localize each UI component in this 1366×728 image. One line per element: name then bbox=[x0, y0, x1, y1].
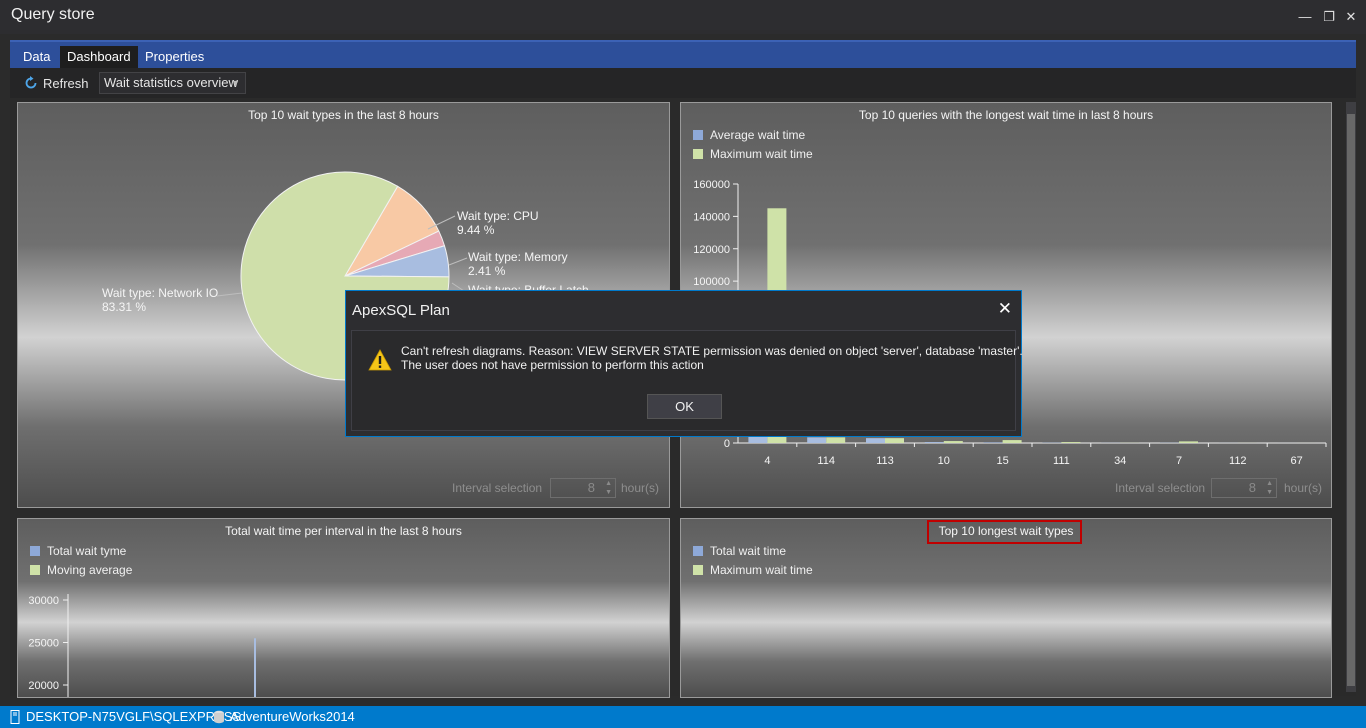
refresh-button[interactable]: Refresh bbox=[24, 74, 89, 92]
chevron-down-icon: ▼ bbox=[231, 78, 240, 88]
y-tick-label: 120000 bbox=[693, 244, 730, 256]
close-icon[interactable]: ✕ bbox=[1342, 8, 1360, 26]
bar-average bbox=[807, 437, 827, 443]
pie-value-cpu: 9.44 % bbox=[457, 223, 495, 237]
x-tick-label: 15 bbox=[996, 455, 1008, 467]
scrollbar-thumb[interactable] bbox=[1347, 114, 1355, 686]
minimize-icon[interactable]: — bbox=[1296, 8, 1314, 26]
x-tick-label: 113 bbox=[876, 455, 894, 467]
tab-strip: Data Dashboard Properties bbox=[10, 40, 1356, 68]
interval-unit: hour(s) bbox=[1284, 481, 1323, 495]
interval-spinner[interactable]: 8 ▲ ▼ bbox=[550, 478, 616, 498]
spinner-arrows-icon[interactable]: ▲ ▼ bbox=[605, 479, 612, 497]
x-tick-label: 7 bbox=[1176, 455, 1182, 467]
legend-label: Maximum wait time bbox=[710, 563, 813, 577]
dialog-message: Can't refresh diagrams. Reason: VIEW SER… bbox=[401, 344, 1023, 372]
dialog-body: Can't refresh diagrams. Reason: VIEW SER… bbox=[351, 330, 1023, 431]
dialog-title: ApexSQL Plan bbox=[352, 302, 450, 319]
server-icon bbox=[10, 709, 20, 724]
interval-unit: hour(s) bbox=[621, 481, 660, 495]
spinner-arrows-icon[interactable]: ▲ ▼ bbox=[1266, 479, 1273, 497]
database-icon bbox=[214, 710, 224, 723]
tab-properties[interactable]: Properties bbox=[138, 46, 211, 68]
error-dialog: ApexSQL Plan ✕ Can't refresh diagrams. R… bbox=[345, 290, 1023, 437]
status-bar: DESKTOP-N75VGLF\SQLEXPRESS AdventureWork… bbox=[0, 706, 1366, 728]
bar-average bbox=[866, 438, 885, 443]
view-select-value: Wait statistics overview bbox=[104, 75, 238, 90]
ok-button[interactable]: OK bbox=[647, 394, 722, 419]
interval-label: Interval selection bbox=[452, 481, 543, 495]
y-tick-label: 20000 bbox=[28, 680, 59, 692]
tab-dashboard[interactable]: Dashboard bbox=[60, 46, 138, 68]
database-name: AdventureWorks2014 bbox=[230, 709, 355, 724]
longest-wait-types-panel: Top 10 longest wait types Total wait tim… bbox=[680, 518, 1332, 698]
x-tick-label: 4 bbox=[764, 455, 770, 467]
dialog-message-line1: Can't refresh diagrams. Reason: VIEW SER… bbox=[401, 344, 1023, 358]
pie-label-cpu: Wait type: CPU bbox=[457, 209, 539, 223]
bar-maximum bbox=[1179, 441, 1198, 443]
y-tick-label: 160000 bbox=[693, 179, 730, 191]
wait-per-interval-panel: Total wait time per interval in the last… bbox=[17, 518, 670, 698]
x-tick-label: 34 bbox=[1114, 455, 1126, 467]
legend-swatch bbox=[693, 546, 703, 556]
maximize-icon[interactable]: ❐ bbox=[1320, 8, 1338, 26]
title-bar: Query store — ❐ ✕ bbox=[0, 0, 1366, 34]
x-tick-label: 114 bbox=[817, 455, 835, 467]
close-icon[interactable]: ✕ bbox=[998, 299, 1012, 319]
y-tick-label: 30000 bbox=[28, 595, 59, 607]
bar-average bbox=[983, 442, 1003, 443]
bar-maximum bbox=[943, 441, 963, 443]
database-status: AdventureWorks2014 bbox=[213, 709, 355, 724]
x-tick-label: 112 bbox=[1229, 455, 1247, 467]
y-tick-label: 140000 bbox=[693, 211, 730, 223]
pie-label-memory: Wait type: Memory bbox=[468, 250, 568, 264]
bar-maximum bbox=[826, 437, 846, 443]
legend-max-wait: Maximum wait time bbox=[693, 563, 813, 577]
view-select[interactable]: Wait statistics overview ▼ bbox=[99, 72, 246, 94]
y-tick-label: 25000 bbox=[28, 638, 59, 650]
dialog-message-line2: The user does not have permission to per… bbox=[401, 358, 704, 372]
toolbar: Refresh Wait statistics overview ▼ bbox=[10, 68, 1356, 98]
legend-total-wait: Total wait time bbox=[693, 544, 786, 558]
pie-value-memory: 2.41 % bbox=[468, 264, 506, 278]
x-tick-label: 111 bbox=[1053, 455, 1070, 467]
panel-title: Top 10 longest wait types bbox=[938, 524, 1074, 538]
vertical-scrollbar[interactable] bbox=[1346, 102, 1356, 692]
bar-maximum bbox=[1061, 442, 1081, 443]
bar-maximum bbox=[885, 438, 904, 443]
legend-label: Total wait time bbox=[710, 544, 787, 558]
server-status: DESKTOP-N75VGLF\SQLEXPRESS bbox=[10, 709, 241, 724]
interval-spinner[interactable]: 8 ▲ ▼ bbox=[1211, 478, 1277, 498]
refresh-label: Refresh bbox=[43, 75, 89, 91]
server-name: DESKTOP-N75VGLF\SQLEXPRESS bbox=[26, 709, 242, 724]
legend-swatch bbox=[693, 565, 703, 575]
pie-value-network-io: 83.31 % bbox=[102, 300, 146, 314]
refresh-icon bbox=[25, 76, 37, 89]
line-chart: 20000 25000 30000 bbox=[28, 594, 256, 697]
interval-value: 8 bbox=[1248, 480, 1256, 495]
x-tick-label: 67 bbox=[1290, 455, 1302, 467]
interval-value: 8 bbox=[587, 480, 595, 495]
interval-label: Interval selection bbox=[1115, 481, 1206, 495]
y-tick-label: 100000 bbox=[693, 276, 730, 288]
tab-data[interactable]: Data bbox=[16, 46, 57, 68]
bar-average bbox=[924, 442, 944, 443]
x-tick-label: 10 bbox=[938, 455, 950, 467]
warning-icon bbox=[368, 349, 392, 371]
bar-maximum bbox=[1002, 440, 1022, 443]
pie-label-network-io: Wait type: Network IO bbox=[102, 286, 218, 300]
window-title: Query store bbox=[11, 6, 95, 23]
y-tick-label: 0 bbox=[724, 438, 730, 450]
